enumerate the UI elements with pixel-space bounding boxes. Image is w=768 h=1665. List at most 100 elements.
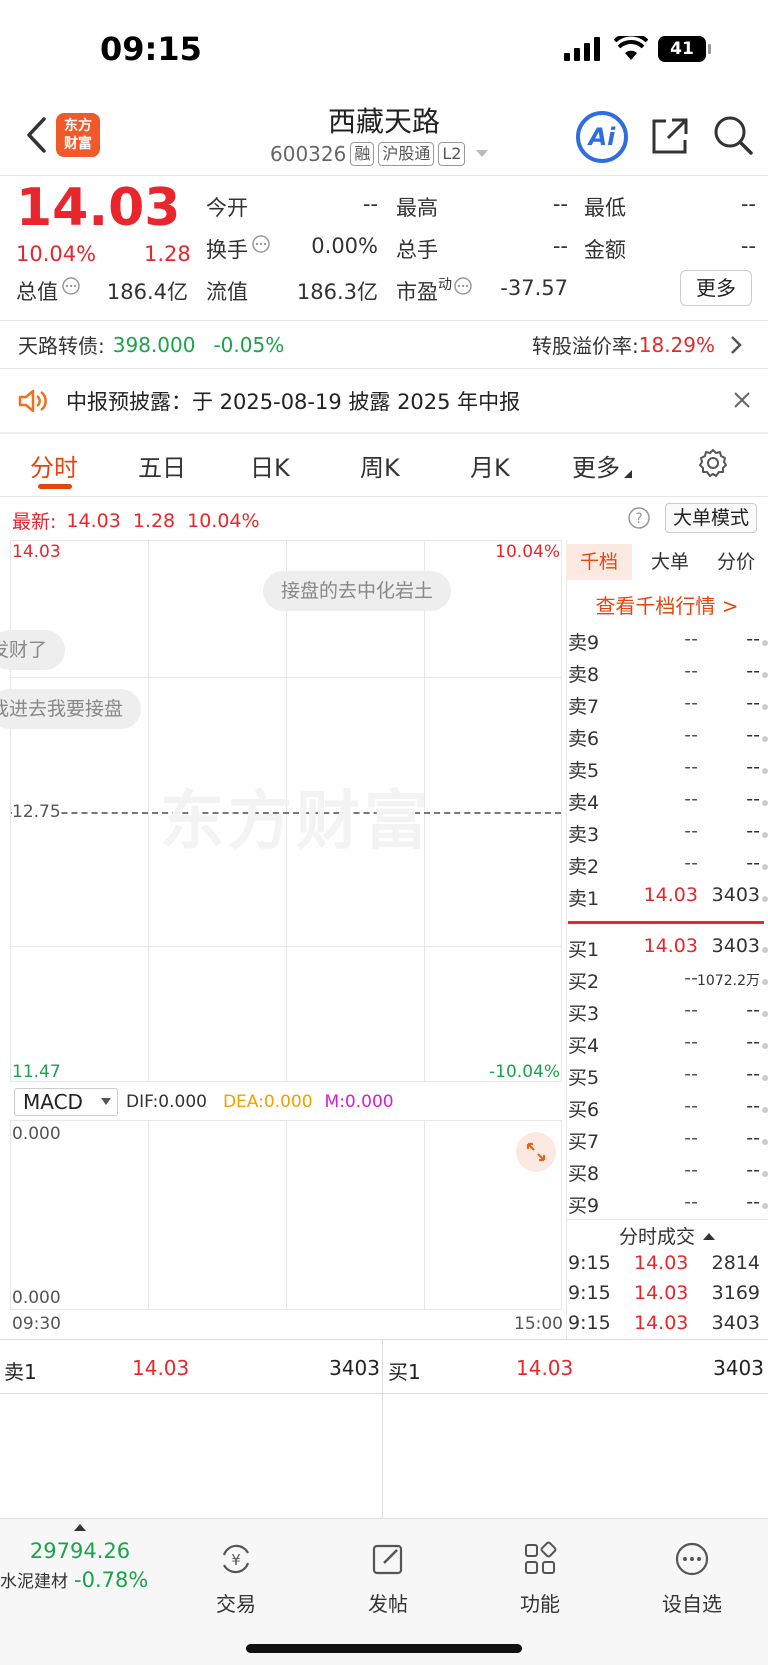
volume-value: -- — [552, 234, 568, 258]
home-indicator — [246, 1644, 522, 1653]
help-icon[interactable]: ? — [628, 507, 650, 529]
sector-index[interactable]: 29794.26 水泥建材 -0.78% — [0, 1539, 160, 1592]
search-icon[interactable] — [712, 114, 754, 156]
notice-bar[interactable]: 中报预披露：于 2025-08-19 披露 2025 年中报 — [18, 386, 520, 416]
sell-price: -- — [684, 724, 698, 746]
buy-volume: -- — [746, 999, 760, 1021]
change-amount: 1.28 — [144, 242, 191, 266]
buy-row[interactable]: 买3 -- -- — [568, 999, 768, 1031]
bottom-sell-label: 卖1 — [4, 1360, 37, 1384]
tab-5day[interactable]: 五日 — [138, 448, 186, 483]
axis-bottom-percent: -10.04% — [489, 1062, 560, 1082]
sell-row[interactable]: 卖9 -- -- — [568, 628, 768, 660]
nav-functions[interactable]: 功能 — [490, 1541, 590, 1617]
dot-icon — [762, 1011, 768, 1017]
bond-premium[interactable]: 转股溢价率: 18.29% — [532, 330, 743, 359]
ai-button[interactable]: Ai — [576, 111, 628, 163]
sell-row[interactable]: 卖5 -- -- — [568, 756, 768, 788]
buy-row[interactable]: 买1 14.03 3403 — [568, 935, 768, 967]
macd-selector[interactable]: MACD — [14, 1088, 118, 1116]
nav-watchlist[interactable]: 设自选 — [642, 1541, 742, 1617]
divider — [566, 1219, 768, 1220]
trade-price: 14.03 — [634, 1252, 689, 1274]
macd-chart[interactable] — [10, 1120, 562, 1310]
tab-monthly-k[interactable]: 月K — [470, 448, 510, 483]
sell-row[interactable]: 卖7 -- -- — [568, 692, 768, 724]
orderbook-tab-bigorder[interactable]: 大单 — [640, 544, 700, 580]
sell-row[interactable]: 卖6 -- -- — [568, 724, 768, 756]
buy-volume: -- — [746, 1063, 760, 1085]
more-button[interactable]: 更多 — [680, 270, 752, 306]
sell-price: -- — [684, 820, 698, 842]
sell-price: -- — [684, 852, 698, 874]
bottom-sell-price: 14.03 — [132, 1356, 190, 1380]
bottom-nav: 29794.26 水泥建材 -0.78% ¥ 交易 发帖 功能 设自选 — [0, 1518, 768, 1665]
time-end: 15:00 — [514, 1314, 563, 1334]
sell-price: -- — [684, 692, 698, 714]
buy-label: 买1 — [568, 939, 600, 961]
tab-daily-k[interactable]: 日K — [250, 448, 290, 483]
sell-row[interactable]: 卖4 -- -- — [568, 788, 768, 820]
orderbook-tab-price[interactable]: 分价 — [704, 544, 768, 580]
sell-row[interactable]: 卖8 -- -- — [568, 660, 768, 692]
caret-up-icon — [74, 1524, 86, 1531]
macd-dea: DEA:0.000 — [222, 1092, 313, 1112]
buy-volume: -- — [746, 1031, 760, 1053]
trade-price: 14.03 — [634, 1282, 689, 1304]
comment-bubble[interactable]: 我进去我要接盘 — [0, 689, 142, 729]
convertible-bond-row[interactable]: 天路转债: 398.000 -0.05% — [18, 330, 284, 359]
turnover-label-group[interactable]: 换手 — [206, 234, 270, 264]
sell-price: 14.03 — [643, 884, 698, 906]
macd-axis-top: 0.000 — [12, 1124, 61, 1144]
mktcap-label-group[interactable]: 总值 — [16, 276, 80, 306]
divider — [382, 1339, 383, 1518]
wifi-icon — [614, 36, 648, 60]
sell-row[interactable]: 卖3 -- -- — [568, 820, 768, 852]
expand-button[interactable] — [516, 1132, 556, 1172]
buy-volume: 3403 — [711, 935, 760, 957]
float-label: 流值 — [206, 280, 248, 304]
comment-bubble[interactable]: 发财了 — [0, 630, 66, 670]
bond-price: 398.000 — [112, 332, 196, 357]
buy-volume: -- — [746, 1095, 760, 1117]
bottom-buy-volume: 3403 — [713, 1356, 764, 1380]
dot-icon — [762, 1203, 768, 1209]
buy-price: -- — [684, 1095, 698, 1117]
nav-post[interactable]: 发帖 — [338, 1541, 438, 1617]
orderbook-tab-qiandang[interactable]: 千档 — [566, 544, 632, 580]
buy-row[interactable]: 买6 -- -- — [568, 1095, 768, 1127]
big-order-mode-button[interactable]: 大单模式 — [665, 503, 757, 533]
settings-icon[interactable] — [698, 448, 728, 478]
sell-volume: -- — [746, 756, 760, 778]
trade-icon: ¥ — [222, 1544, 250, 1574]
sell-label: 卖1 — [568, 888, 600, 910]
comment-bubble[interactable]: 接盘的去中化岩土 — [263, 571, 452, 611]
share-icon[interactable] — [650, 116, 690, 156]
buy-volume: -- — [746, 1191, 760, 1213]
dot-icon — [762, 1075, 768, 1081]
tab-more-label: 更多 — [572, 454, 620, 482]
dot-icon — [762, 1171, 768, 1177]
battery-level: 41 — [670, 39, 694, 59]
sell-row[interactable]: 卖1 14.03 3403 — [568, 884, 768, 916]
divider — [0, 496, 768, 497]
close-icon[interactable] — [734, 392, 750, 408]
tab-intraday[interactable]: 分时 — [30, 448, 78, 483]
tab-more[interactable]: 更多 — [572, 448, 632, 483]
tab-weekly-k[interactable]: 周K — [360, 448, 400, 483]
buy-price: -- — [684, 1063, 698, 1085]
sell-row[interactable]: 卖2 -- -- — [568, 852, 768, 884]
buy-row[interactable]: 买8 -- -- — [568, 1159, 768, 1191]
pe-label-group[interactable]: 市盈 动 — [396, 276, 472, 306]
buy-row[interactable]: 买7 -- -- — [568, 1127, 768, 1159]
buy-label: 买5 — [568, 1067, 600, 1089]
buy-row[interactable]: 买5 -- -- — [568, 1063, 768, 1095]
view-depth-link[interactable]: 查看千档行情 > — [566, 590, 768, 619]
stock-code-row[interactable]: 600326 融 沪股通 L2 — [270, 142, 489, 166]
buy-row[interactable]: 买4 -- -- — [568, 1031, 768, 1063]
buy-row[interactable]: 买2 -- 1072.2万 — [568, 967, 768, 999]
trades-header[interactable]: 分时成交 — [566, 1222, 768, 1249]
trade-volume: 3403 — [711, 1312, 760, 1334]
nav-trade[interactable]: ¥ 交易 — [186, 1541, 286, 1617]
volume-label: 总手 — [396, 238, 438, 262]
